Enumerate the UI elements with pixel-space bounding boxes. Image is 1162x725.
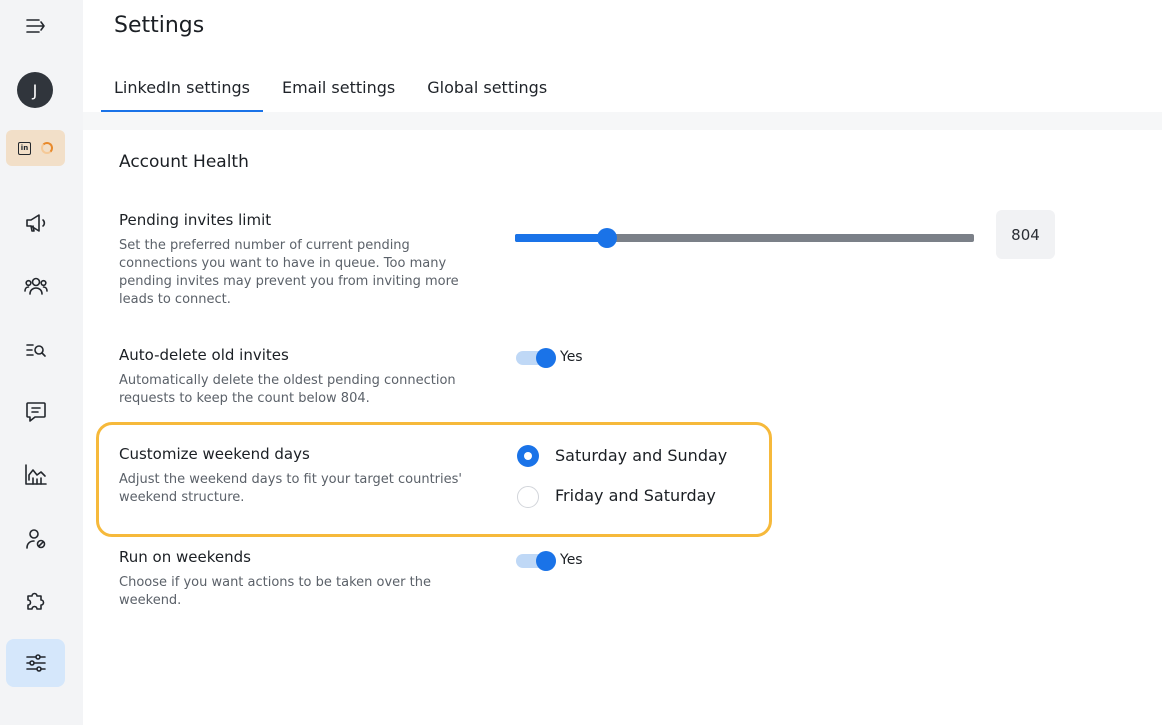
- linkedin-account-badge[interactable]: in: [6, 130, 65, 166]
- sidebar-item-analytics[interactable]: [6, 451, 65, 499]
- radio-friday-saturday[interactable]: [517, 486, 539, 508]
- auto-delete-description: Automatically delete the oldest pending …: [119, 373, 456, 406]
- auto-delete-toggle-label: Yes: [560, 349, 583, 365]
- toggle-knob: [536, 551, 556, 571]
- page-title: Settings: [114, 13, 205, 38]
- analytics-chart-icon: [24, 464, 47, 485]
- section-title: Account Health: [119, 152, 249, 172]
- run-weekends-title: Run on weekends: [119, 548, 251, 566]
- settings-tabs: LinkedIn settings Email settings Global …: [101, 74, 560, 112]
- sidebar-item-settings[interactable]: [6, 639, 65, 687]
- sidebar-item-blacklist[interactable]: [6, 515, 65, 563]
- avatar-initial: J: [32, 80, 38, 100]
- loading-spinner-icon: [41, 142, 53, 154]
- auto-delete-toggle[interactable]: [516, 348, 556, 368]
- weekend-days-title: Customize weekend days: [119, 445, 310, 463]
- sidebar-item-search[interactable]: [6, 326, 65, 374]
- toggle-knob: [536, 348, 556, 368]
- puzzle-icon: [26, 592, 44, 610]
- auto-delete-title: Auto-delete old invites: [119, 346, 289, 364]
- menu-collapse-button[interactable]: [6, 2, 65, 50]
- list-search-icon: [25, 344, 46, 357]
- user-blocked-icon: [25, 529, 45, 549]
- menu-collapse-icon: [25, 19, 45, 33]
- pending-invites-description: Set the preferred number of current pend…: [119, 238, 459, 307]
- run-weekends-toggle-label: Yes: [560, 552, 583, 568]
- radio-saturday-sunday-label[interactable]: Saturday and Sunday: [555, 446, 727, 465]
- tab-global-settings[interactable]: Global settings: [414, 74, 560, 112]
- chat-icon: [25, 402, 46, 422]
- sidebar-item-campaigns[interactable]: [6, 199, 65, 247]
- slider-fill: [515, 234, 607, 242]
- avatar[interactable]: J: [17, 72, 53, 108]
- sliders-icon: [25, 654, 46, 672]
- users-icon: [23, 277, 48, 295]
- megaphone-icon: [25, 214, 45, 232]
- sidebar: J in: [0, 0, 83, 725]
- tab-email-settings[interactable]: Email settings: [269, 74, 408, 112]
- linkedin-icon: in: [18, 141, 31, 155]
- radio-saturday-sunday[interactable]: [517, 445, 539, 467]
- weekend-days-description: Adjust the weekend days to fit your targ…: [119, 472, 462, 505]
- sidebar-item-leads[interactable]: [6, 262, 65, 310]
- sidebar-item-integrations[interactable]: [6, 576, 65, 624]
- run-weekends-description: Choose if you want actions to be taken o…: [119, 575, 431, 608]
- sidebar-item-inbox[interactable]: [6, 388, 65, 436]
- radio-friday-saturday-label[interactable]: Friday and Saturday: [555, 486, 716, 505]
- pending-invites-value[interactable]: 804: [996, 210, 1055, 259]
- pending-invites-title: Pending invites limit: [119, 211, 272, 229]
- slider-thumb[interactable]: [596, 228, 617, 248]
- run-weekends-toggle[interactable]: [516, 551, 556, 571]
- content-divider: [83, 112, 1162, 130]
- pending-invites-slider[interactable]: [515, 228, 974, 248]
- pending-invites-value-text: 804: [1011, 225, 1040, 244]
- tab-linkedin-settings[interactable]: LinkedIn settings: [101, 74, 263, 112]
